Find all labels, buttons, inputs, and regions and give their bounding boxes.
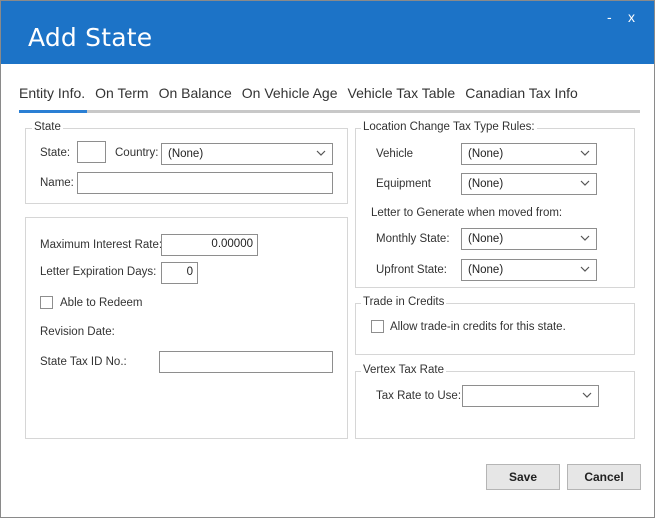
save-button[interactable]: Save — [486, 464, 560, 490]
minimize-button[interactable]: - — [607, 9, 612, 25]
upfront-state-select[interactable]: (None) — [461, 259, 597, 281]
tab-canadian-tax-info[interactable]: Canadian Tax Info — [465, 85, 578, 101]
trade-in-credits-legend: Trade in Credits — [361, 296, 447, 308]
tax-rate-to-use-label: Tax Rate to Use: — [376, 390, 462, 402]
tab-on-vehicle-age[interactable]: On Vehicle Age — [242, 85, 338, 101]
equipment-select[interactable]: (None) — [461, 173, 597, 195]
tab-on-term[interactable]: On Term — [95, 85, 148, 101]
monthly-state-select[interactable]: (None) — [461, 228, 597, 250]
cancel-button[interactable]: Cancel — [567, 464, 641, 490]
monthly-state-label: Monthly State: — [376, 233, 450, 245]
country-select[interactable]: (None) — [161, 143, 333, 165]
vertex-tax-rate-legend: Vertex Tax Rate — [361, 364, 446, 376]
letter-to-generate-label: Letter to Generate when moved from: — [371, 207, 563, 219]
equipment-label: Equipment — [376, 178, 431, 190]
vehicle-select[interactable]: (None) — [461, 143, 597, 165]
tax-rate-select[interactable] — [462, 385, 599, 407]
state-tax-id-input[interactable] — [159, 351, 333, 373]
allow-trade-in-checkbox[interactable] — [371, 320, 384, 333]
chevron-down-icon — [580, 150, 590, 156]
tab-on-balance[interactable]: On Balance — [159, 85, 232, 101]
country-label: Country: — [115, 147, 159, 159]
max-interest-input[interactable]: 0.00000 — [161, 234, 258, 256]
name-label: Name: — [40, 177, 74, 189]
chevron-down-icon — [316, 150, 326, 156]
add-state-dialog: Add State - x Entity Info. On Term On Bala… — [0, 0, 655, 518]
chevron-down-icon — [580, 235, 590, 241]
country-select-value: (None) — [168, 148, 204, 160]
equipment-select-value: (None) — [468, 178, 504, 190]
chevron-down-icon — [580, 266, 590, 272]
tab-strip: Entity Info. On Term On Balance On Vehicle … — [19, 85, 588, 107]
able-to-redeem-checkbox[interactable] — [40, 296, 53, 309]
title-bar: Add State - x — [1, 1, 654, 64]
revision-date-label: Revision Date: — [40, 326, 115, 338]
state-code-label: State: — [40, 147, 71, 159]
monthly-state-select-value: (None) — [468, 233, 504, 245]
able-to-redeem-label: Able to Redeem — [60, 297, 143, 309]
allow-trade-in-label: Allow trade-in credits for this state. — [390, 321, 566, 333]
upfront-state-select-value: (None) — [468, 264, 504, 276]
letter-expiration-label: Letter Expiration Days: — [40, 266, 157, 278]
state-code-input[interactable] — [77, 141, 106, 163]
location-change-legend: Location Change Tax Type Rules: — [361, 121, 537, 133]
close-button[interactable]: x — [628, 9, 635, 25]
tab-entity-info[interactable]: Entity Info. — [19, 85, 85, 101]
tab-vehicle-tax-table[interactable]: Vehicle Tax Table — [348, 85, 456, 101]
vehicle-label: Vehicle — [376, 148, 414, 160]
active-tab-indicator — [19, 110, 87, 113]
chevron-down-icon — [580, 180, 590, 186]
dialog-title: Add State — [28, 23, 153, 52]
name-input[interactable] — [77, 172, 333, 194]
state-group-legend: State — [32, 121, 63, 133]
chevron-down-icon — [582, 392, 592, 398]
letter-expiration-input[interactable]: 0 — [161, 262, 198, 284]
state-tax-id-label: State Tax ID No.: — [40, 356, 127, 368]
upfront-state-label: Upfront State: — [376, 264, 447, 276]
max-interest-label: Maximum Interest Rate: — [40, 239, 163, 251]
tab-underline — [19, 110, 640, 113]
vehicle-select-value: (None) — [468, 148, 504, 160]
